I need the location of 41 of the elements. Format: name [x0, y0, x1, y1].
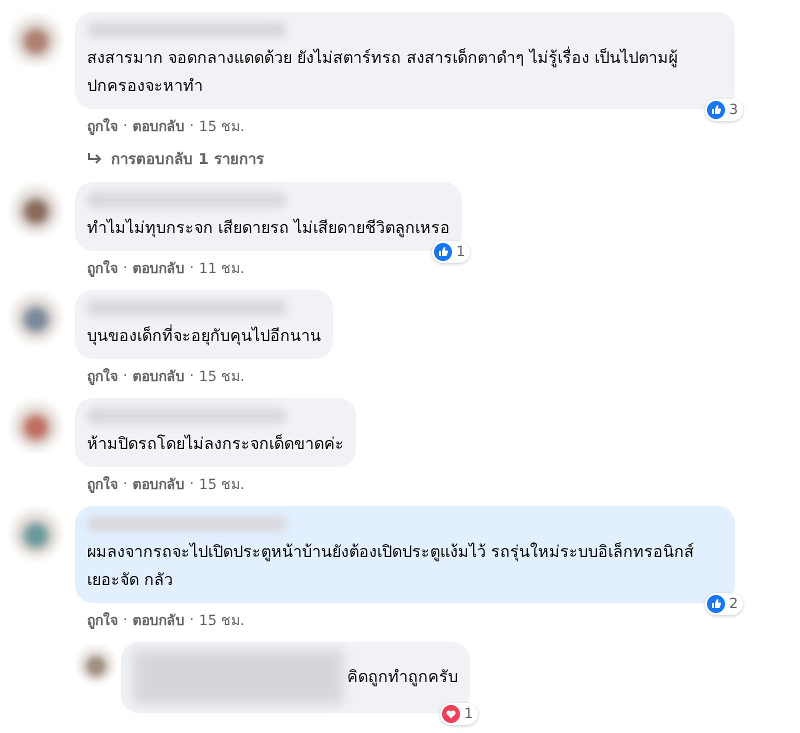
- comment-action-link[interactable]: ถูกใจ: [87, 257, 118, 279]
- reply-arrow-icon: [87, 152, 103, 166]
- comment-action-link[interactable]: ตอบกลับ: [132, 115, 184, 137]
- separator-dot: ·: [189, 118, 194, 134]
- thumbs-up-icon: [707, 101, 726, 119]
- separator-dot: ·: [189, 476, 194, 492]
- reaction-count[interactable]: 2: [705, 593, 743, 615]
- separator-dot: ·: [123, 368, 128, 384]
- comment-text: ผมลงจากรถจะไปเปิดประตูหน้าบ้านยังต้องเปิดประตูแง้มไว้ รถรุ่นใหม่ระบบอิเล็กทรอนิกส์เยอะจัด กลัว: [87, 541, 696, 591]
- reaction-count[interactable]: 3: [705, 99, 743, 121]
- avatar[interactable]: [75, 644, 117, 686]
- comment-text: สงสารมาก จอดกลางแดดด้วย ยังไม่สตาร์ทรถ สงสารเด็กตาดำๆ ไม่รู้เรื่อง เป็นไปตามผู้ปกครองจะหาทำ: [87, 46, 678, 97]
- separator-dot: ·: [189, 612, 194, 628]
- thumbs-up-icon: [434, 243, 452, 261]
- comment-action-link[interactable]: ตอบกลับ: [132, 257, 184, 279]
- comment-time[interactable]: 15 ชม.: [198, 609, 245, 631]
- comment-time[interactable]: 15 ชม.: [198, 115, 245, 137]
- comment-action-link[interactable]: ตอบกลับ: [132, 365, 184, 387]
- comment-action-link[interactable]: ถูกใจ: [87, 365, 118, 387]
- separator-dot: ·: [123, 118, 128, 134]
- separator-dot: ·: [189, 260, 194, 276]
- reaction-count[interactable]: 1: [440, 703, 478, 725]
- comment-text: ห้ามปิดรถโดยไม่ลงกระจกเด็ดขาดค่ะ: [87, 433, 344, 455]
- separator-dot: ·: [189, 368, 194, 384]
- comment-text: คิดถูกทำถูกครับ: [347, 666, 458, 688]
- thumbs-up-icon: [707, 595, 726, 613]
- comment-text: ทำไมไม่ทุบกระจก เสียดายรถ ไม่เสียดายชีวิตลูกเหรอ: [87, 217, 450, 240]
- comment-time[interactable]: 11 ชม.: [198, 257, 245, 279]
- separator-dot: ·: [123, 612, 128, 628]
- comment-action-link[interactable]: ถูกใจ: [87, 609, 118, 631]
- separator-dot: ·: [123, 260, 128, 276]
- comment-action-link[interactable]: ถูกใจ: [87, 473, 118, 495]
- separator-dot: ·: [123, 476, 128, 492]
- comment-action-link[interactable]: ถูกใจ: [87, 115, 118, 137]
- comment-time[interactable]: 15 ชม.: [198, 473, 245, 495]
- comment-time[interactable]: 15 ชม.: [198, 365, 245, 387]
- view-replies-link[interactable]: การตอบกลับ 1 รายการ: [75, 137, 264, 171]
- reaction-count[interactable]: 1: [432, 241, 470, 263]
- comment-action-link[interactable]: ตอบกลับ: [132, 473, 184, 495]
- comment-text: บุนของเด็กที่จะอยุกับคุนไปอีกนาน: [87, 324, 321, 348]
- comment-action-link[interactable]: ตอบกลับ: [132, 609, 184, 631]
